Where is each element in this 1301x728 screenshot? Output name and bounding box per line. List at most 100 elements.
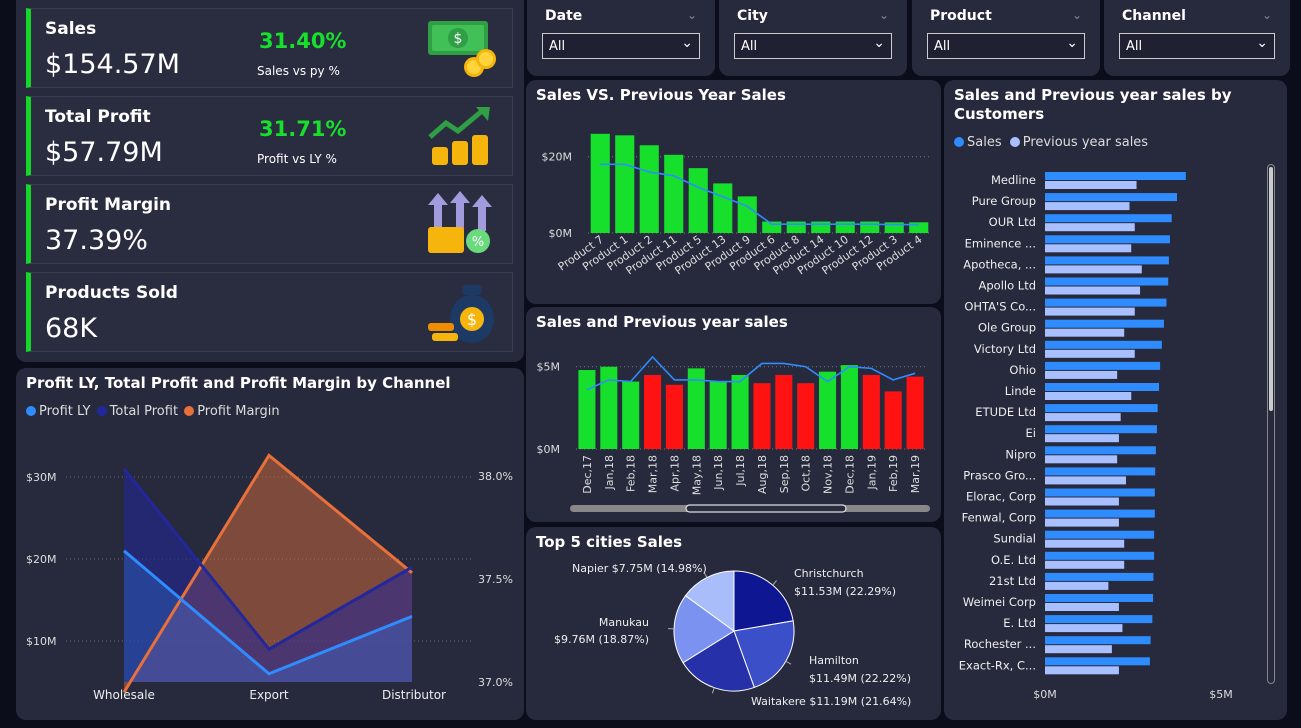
bar xyxy=(731,374,749,449)
scrollbar-thumb[interactable] xyxy=(1269,167,1273,411)
kpi-subtitle: Profit vs LY % xyxy=(257,152,337,166)
bar xyxy=(819,371,837,449)
category-label: Weimei Corp xyxy=(963,595,1036,609)
x-tick-label: Jun,18 xyxy=(712,455,725,491)
svg-text:$: $ xyxy=(467,310,477,329)
category-label: Linde xyxy=(1005,384,1036,398)
chevron-down-icon[interactable]: ⌄ xyxy=(687,8,697,22)
sales-vs-py-chart: Sales VS. Previous Year Sales $20M $0M Pro… xyxy=(526,80,941,304)
chevron-down-icon: ⌄ xyxy=(1256,35,1268,51)
slice-label: Napier $7.75M (14.98%) xyxy=(572,562,707,575)
bar-sales xyxy=(1045,551,1155,560)
x-tick-label: $5M xyxy=(1209,688,1233,701)
slice-name: Christchurch xyxy=(794,567,864,580)
filter-label: Product xyxy=(930,8,992,24)
customers-plot: Medline Pure Group OUR Ltd Eminence ... Apot… xyxy=(959,172,1233,701)
category-label: Fenwal, Corp xyxy=(962,511,1036,525)
y-tick-label: $5M xyxy=(537,361,561,374)
sales-vs-py-plot: $20M$0MProduct 7Product 1Product 2Produc… xyxy=(542,133,931,277)
scrollbar-track[interactable] xyxy=(1267,164,1275,684)
scrollbar-thumb[interactable] xyxy=(685,504,847,513)
x-tick-label: Mar,18 xyxy=(647,455,660,493)
slice-value: $11.49M (22.22%) xyxy=(809,672,911,685)
bar-sales xyxy=(1045,214,1172,223)
customers-chart: Sales and Previous year sales by Custome… xyxy=(944,80,1287,720)
category-label: Medline xyxy=(991,173,1036,187)
chevron-down-icon: ⌄ xyxy=(1066,35,1078,51)
bar-py-sales xyxy=(1045,539,1125,548)
x-tick-label: Oct,18 xyxy=(800,455,813,492)
bar-sales xyxy=(1045,530,1155,539)
y-tick-label: $20M xyxy=(542,151,573,164)
bar xyxy=(860,221,880,233)
city-select[interactable]: All ⌄ xyxy=(734,33,892,59)
x-tick-label: Feb,18 xyxy=(625,455,638,492)
bar-py-sales xyxy=(1045,307,1135,316)
category-label: Ei xyxy=(1026,426,1036,440)
bar-py-sales xyxy=(1045,666,1119,675)
category-label: E. Ltd xyxy=(1003,616,1036,630)
y-tick-label: $0M xyxy=(549,227,573,240)
growth-coins-icon xyxy=(428,107,490,165)
slice-name: Manukau xyxy=(599,616,649,629)
bar-sales xyxy=(1045,256,1169,265)
select-value: All xyxy=(1126,39,1143,54)
bar-sales xyxy=(1045,404,1158,413)
filter-date: Date ⌄ All ⌄ xyxy=(527,0,715,76)
y-tick-label-right: 37.5% xyxy=(478,573,513,586)
kpi-title: Total Profit xyxy=(45,107,151,127)
product-select[interactable]: All ⌄ xyxy=(927,33,1085,59)
chevron-down-icon[interactable]: ⌄ xyxy=(1072,8,1082,22)
bar-py-sales xyxy=(1045,244,1132,253)
percent-coins-icon: % xyxy=(428,191,492,253)
bar-py-sales xyxy=(1045,497,1119,506)
select-value: All xyxy=(741,39,758,54)
bar-py-sales xyxy=(1045,476,1126,485)
bar-sales xyxy=(1045,488,1155,497)
bar xyxy=(811,221,831,233)
y-tick-label-left: $20M xyxy=(26,553,57,566)
bar-sales xyxy=(1045,636,1151,645)
top-cities-pie: Christchurch $11.53M (22.29%) Hamilton $11.… xyxy=(554,562,911,708)
bar-py-sales xyxy=(1045,370,1118,379)
kpi-card-products-sold: Products Sold 68K $ xyxy=(26,272,513,352)
x-tick-label: Dec,17 xyxy=(581,455,594,494)
leader-line xyxy=(785,660,792,665)
category-label: Prasco Gro... xyxy=(963,468,1036,482)
bar-py-sales xyxy=(1045,392,1132,400)
x-tick-label: May,18 xyxy=(690,455,703,495)
kpi-value: 68K xyxy=(45,313,98,344)
x-tick-label: Wholesale xyxy=(93,688,155,702)
chevron-down-icon[interactable]: ⌄ xyxy=(879,8,889,22)
x-tick-label: Feb,19 xyxy=(887,455,900,492)
bar xyxy=(590,133,610,233)
kpi-title: Profit Margin xyxy=(45,195,172,215)
date-select[interactable]: All ⌄ xyxy=(542,33,700,59)
x-tick-label: Dec,18 xyxy=(843,455,856,494)
leader-line xyxy=(711,687,715,694)
filter-product: Product ⌄ All ⌄ xyxy=(912,0,1100,76)
channel-select[interactable]: All ⌄ xyxy=(1119,33,1275,59)
bar-py-sales xyxy=(1045,455,1118,464)
bar xyxy=(644,374,662,449)
bar-sales xyxy=(1045,361,1161,370)
category-label: Elorac, Corp xyxy=(966,490,1036,504)
category-label: Apollo Ltd xyxy=(979,279,1037,293)
kpi-title: Products Sold xyxy=(45,283,178,303)
x-tick-label: Apr,18 xyxy=(668,455,681,492)
category-label: Apotheca, ... xyxy=(963,257,1036,271)
kpi-percent: 31.71% xyxy=(259,117,347,141)
chevron-down-icon[interactable]: ⌄ xyxy=(1262,8,1272,22)
y-tick-label: $0M xyxy=(537,443,561,456)
kpi-subtitle: Sales vs py % xyxy=(257,64,340,78)
bar xyxy=(578,370,596,449)
kpi-value: 37.39% xyxy=(45,225,148,256)
bar-sales xyxy=(1045,298,1167,307)
bar-py-sales xyxy=(1045,223,1135,232)
category-label: Eminence ... xyxy=(965,236,1036,250)
slice-label: Waitakere $11.19M (21.64%) xyxy=(751,695,911,708)
select-value: All xyxy=(934,39,951,54)
y-tick-label-right: 38.0% xyxy=(478,470,513,483)
bar-sales xyxy=(1045,193,1177,202)
bar xyxy=(775,374,793,449)
